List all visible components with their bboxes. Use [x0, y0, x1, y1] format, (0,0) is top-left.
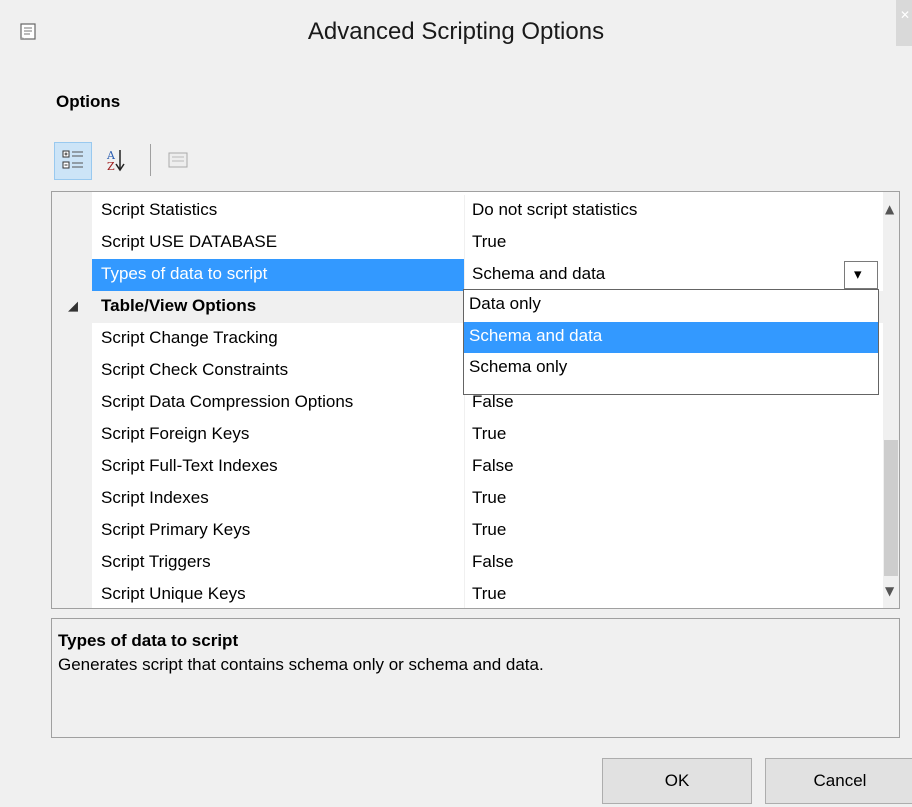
- categorized-view-icon: [62, 150, 83, 169]
- category-name: Table/View Options: [101, 296, 257, 315]
- scrollbar-thumb[interactable]: [884, 440, 898, 576]
- property-value: True: [472, 584, 507, 603]
- dropdown-button[interactable]: ▾: [844, 261, 878, 289]
- scroll-down-icon[interactable]: ▼: [885, 584, 894, 598]
- description-panel: Types of data to script Generates script…: [51, 618, 900, 738]
- alphabetical-sort-icon: A Z: [106, 149, 125, 173]
- property-name: Script Primary Keys: [101, 520, 251, 539]
- property-value: False: [472, 456, 514, 475]
- cancel-button[interactable]: Cancel: [765, 758, 912, 804]
- dropdown-option-schema-and-data[interactable]: Schema and data: [464, 322, 878, 353]
- property-value: Do not script statistics: [472, 200, 638, 219]
- property-row-script-unique-keys[interactable]: Script Unique Keys True: [52, 579, 883, 608]
- column-divider: [464, 259, 465, 291]
- vertical-scrollbar[interactable]: ▲ ▼: [883, 192, 899, 608]
- property-row-script-foreign-keys[interactable]: Script Foreign Keys True: [52, 419, 883, 451]
- option-label: Data only: [469, 294, 541, 313]
- property-value: False: [472, 552, 514, 571]
- dropdown-option-schema-only[interactable]: Schema only: [464, 353, 878, 384]
- column-divider: [464, 227, 465, 259]
- close-button[interactable]: ✕: [896, 0, 912, 46]
- column-divider: [464, 483, 465, 515]
- column-divider: [464, 515, 465, 547]
- description-text: Generates script that contains schema on…: [58, 655, 544, 674]
- title-bar: Advanced Scripting Options ✕: [0, 0, 912, 80]
- property-value: True: [472, 232, 507, 251]
- column-divider: [464, 195, 465, 227]
- property-grid[interactable]: Script Statistics Do not script statisti…: [51, 191, 900, 609]
- types-of-data-dropdown-list[interactable]: Data only Schema and data Schema only: [463, 289, 879, 395]
- property-name: Script Check Constraints: [101, 360, 289, 379]
- column-divider: [464, 547, 465, 579]
- property-row-script-primary-keys[interactable]: Script Primary Keys True: [52, 515, 883, 547]
- dropdown-option-data-only[interactable]: Data only: [464, 290, 878, 321]
- column-divider: [464, 579, 465, 608]
- option-label: Schema only: [469, 357, 568, 376]
- property-value: False: [472, 392, 514, 411]
- property-name: Script Full-Text Indexes: [101, 456, 278, 475]
- alphabetical-button[interactable]: A Z: [98, 142, 136, 180]
- property-value: True: [472, 488, 507, 507]
- toolbar-separator: [150, 144, 151, 176]
- property-row-script-indexes[interactable]: Script Indexes True: [52, 483, 883, 515]
- description-title: Types of data to script: [58, 631, 239, 650]
- categorized-button[interactable]: [54, 142, 92, 180]
- svg-text:Z: Z: [107, 160, 115, 173]
- property-name: Script Triggers: [101, 552, 211, 571]
- window-title: Advanced Scripting Options: [307, 18, 605, 45]
- close-icon: ✕: [900, 8, 911, 22]
- column-divider: [464, 451, 465, 483]
- property-value: Schema and data: [472, 264, 606, 283]
- property-row-script-triggers[interactable]: Script Triggers False: [52, 547, 883, 579]
- property-pages-icon: [168, 152, 188, 168]
- options-heading: Options: [56, 92, 121, 111]
- property-value: True: [472, 424, 507, 443]
- property-name: Script USE DATABASE: [101, 232, 278, 251]
- property-name: Script Statistics: [101, 200, 218, 219]
- option-label: Schema and data: [469, 326, 603, 345]
- property-name: Script Unique Keys: [101, 584, 246, 603]
- scroll-up-icon[interactable]: ▲: [885, 202, 894, 216]
- property-value: True: [472, 520, 507, 539]
- collapse-triangle-icon[interactable]: ◢: [68, 298, 78, 314]
- ok-button[interactable]: OK: [602, 758, 752, 804]
- property-name: Script Change Tracking: [101, 328, 278, 347]
- chevron-down-icon: ▾: [854, 266, 862, 283]
- property-name: Types of data to script: [101, 264, 268, 283]
- property-row-types-of-data[interactable]: Types of data to script Schema and data …: [52, 259, 883, 291]
- column-divider: [464, 419, 465, 451]
- property-name: Script Foreign Keys: [101, 424, 250, 443]
- property-row-script-full-text-indexes[interactable]: Script Full-Text Indexes False: [52, 451, 883, 483]
- property-name: Script Data Compression Options: [101, 392, 354, 411]
- property-name: Script Indexes: [101, 488, 209, 507]
- property-row-script-statistics[interactable]: Script Statistics Do not script statisti…: [52, 195, 883, 227]
- property-pages-button[interactable]: [160, 142, 198, 180]
- property-row-script-use-database[interactable]: Script USE DATABASE True: [52, 227, 883, 259]
